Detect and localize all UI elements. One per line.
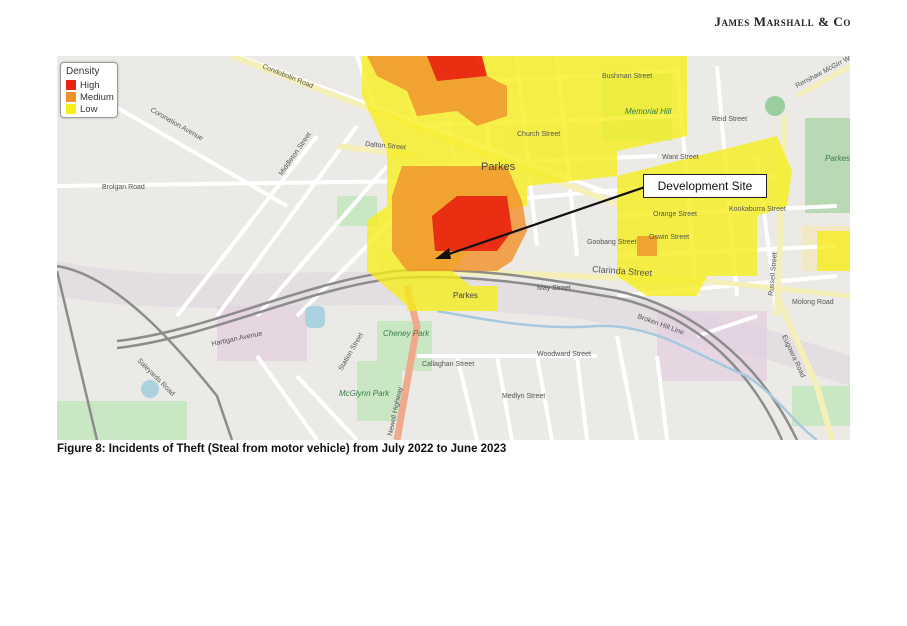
- map-label-mcglynn-park: McGlynn Park: [339, 389, 390, 398]
- map-label-parkes-cemetery: Parkes Cemetery: [825, 154, 850, 163]
- brand-text: James Marshall & Co: [714, 14, 851, 29]
- map-label-parkes-station: Parkes: [453, 291, 478, 300]
- map-label-orange-street: Orange Street: [653, 211, 697, 218]
- legend-title: Density: [66, 66, 100, 77]
- legend-swatch-low: [66, 104, 76, 114]
- legend-label-low: Low: [80, 103, 98, 115]
- map-label-memorial-hill: Memorial Hill: [625, 107, 671, 116]
- density-legend: Density High Medium Low: [60, 62, 118, 118]
- map-label-church-street: Church Street: [517, 131, 560, 138]
- legend-label-medium: Medium: [80, 91, 114, 103]
- legend-item-medium: Medium: [66, 91, 114, 103]
- development-site-label: Development Site: [657, 179, 753, 193]
- development-site-callout: Development Site: [643, 174, 767, 198]
- map-label-oswin-street: Oswin Street: [649, 234, 689, 241]
- figure-caption: Figure 8: Incidents of Theft (Steal from…: [57, 443, 507, 455]
- map-label-molong-road: Molong Road: [792, 299, 834, 306]
- map-label-reid-street: Reid Street: [712, 116, 747, 123]
- map-label-may-street: May Street: [537, 285, 571, 292]
- map-label-bushman-street: Bushman Street: [602, 73, 652, 80]
- map-label-goobang-street: Goobang Street: [587, 239, 636, 246]
- map-label-want-street: Want Street: [662, 154, 699, 161]
- legend-item-high: High: [66, 79, 100, 91]
- map-label-medlyn-street: Medlyn Street: [502, 393, 545, 400]
- legend-swatch-medium: [66, 92, 76, 102]
- map-label-cheney-park: Cheney Park: [383, 329, 430, 338]
- legend-item-low: Low: [66, 103, 97, 115]
- map-label-brolgan-road: Brolgan Road: [102, 184, 145, 191]
- map-label-callaghan-street: Callaghan Street: [422, 361, 474, 368]
- map-label-parkes-town: Parkes: [481, 161, 516, 173]
- map-label-kookaburra-street: Kookaburra Street: [729, 206, 786, 213]
- brand-logo: James Marshall & Co: [714, 13, 851, 31]
- map-label-woodward-street: Woodward Street: [537, 351, 591, 358]
- legend-swatch-high: [66, 80, 76, 90]
- legend-label-high: High: [80, 79, 100, 91]
- crime-density-map[interactable]: Condobolin Road Dalton Street Brolgan Ro…: [57, 56, 850, 440]
